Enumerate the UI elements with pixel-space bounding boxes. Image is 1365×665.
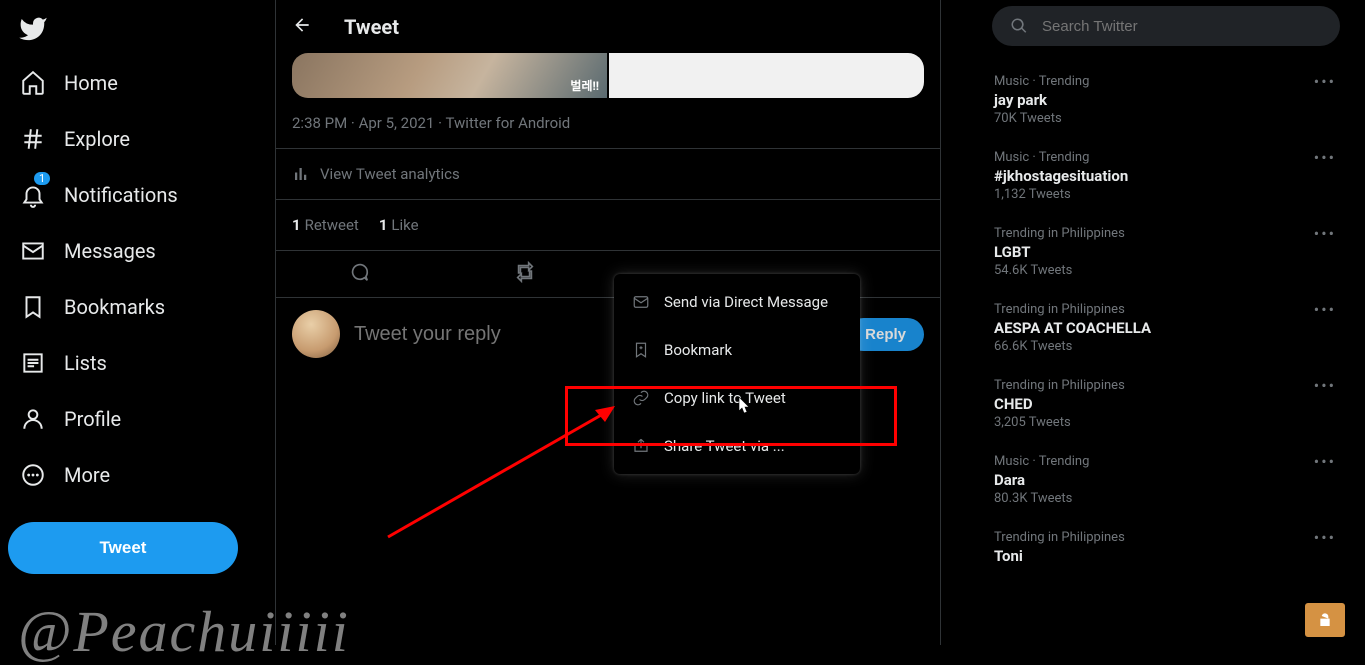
tweet-media[interactable]: 벌레!! xyxy=(292,53,924,98)
trend-item[interactable]: Music · Trending jay park 70K Tweets ••• xyxy=(992,64,1340,140)
trend-more-icon[interactable]: ••• xyxy=(1314,376,1336,395)
notification-badge: 1 xyxy=(34,172,50,185)
lock-open-icon xyxy=(1317,612,1333,628)
trend-item[interactable]: Trending in Philippines CHED 3,205 Tweet… xyxy=(992,368,1340,444)
lock-badge[interactable] xyxy=(1305,603,1345,637)
avatar[interactable] xyxy=(292,310,340,358)
envelope-icon xyxy=(20,238,46,264)
back-button[interactable] xyxy=(292,15,312,39)
retweet-icon xyxy=(514,261,536,283)
link-icon xyxy=(632,389,650,407)
search-icon xyxy=(1010,17,1028,35)
analytics-label: View Tweet analytics xyxy=(320,165,460,183)
media-image-left: 벌레!! xyxy=(292,53,607,98)
nav-label: Lists xyxy=(64,351,107,375)
trend-more-icon[interactable]: ••• xyxy=(1314,72,1336,91)
nav-label: Explore xyxy=(64,127,130,151)
trend-more-icon[interactable]: ••• xyxy=(1314,148,1336,167)
nav-home[interactable]: Home xyxy=(8,58,130,108)
retweet-action[interactable] xyxy=(514,261,536,287)
search-input[interactable] xyxy=(1042,18,1322,35)
trend-item[interactable]: Music · Trending Dara 80.3K Tweets ••• xyxy=(992,444,1340,520)
share-copy-link[interactable]: Copy link to Tweet xyxy=(614,374,860,422)
share-icon xyxy=(632,437,650,455)
share-via[interactable]: Share Tweet via ... xyxy=(614,422,860,470)
tweet-meta: 2:38 PM · Apr 5, 2021 · Twitter for Andr… xyxy=(276,98,940,149)
retweets-link[interactable]: 1Retweet xyxy=(292,216,359,234)
trend-more-icon[interactable]: ••• xyxy=(1314,224,1336,243)
twitter-logo[interactable] xyxy=(8,4,58,54)
home-icon xyxy=(20,70,46,96)
nav-label: Home xyxy=(64,71,118,95)
lists-icon xyxy=(20,350,46,376)
nav-label: Notifications xyxy=(64,183,178,207)
trend-item[interactable]: Music · Trending #jkhostagesituation 1,1… xyxy=(992,140,1340,216)
view-analytics[interactable]: View Tweet analytics xyxy=(276,149,940,200)
reply-icon xyxy=(348,261,370,283)
hashtag-icon xyxy=(20,126,46,152)
trend-more-icon[interactable]: ••• xyxy=(1314,528,1336,547)
profile-icon xyxy=(20,406,46,432)
nav-label: Bookmarks xyxy=(64,295,165,319)
header-bar: Tweet xyxy=(276,0,940,53)
tweet-timestamp[interactable]: 2:38 PM · Apr 5, 2021 xyxy=(292,114,434,132)
nav-label: More xyxy=(64,463,110,487)
bell-icon xyxy=(20,182,46,208)
reply-action[interactable] xyxy=(348,261,370,287)
trend-more-icon[interactable]: ••• xyxy=(1314,452,1336,471)
trend-more-icon[interactable]: ••• xyxy=(1314,300,1336,319)
engagement-counts: 1Retweet 1Like xyxy=(276,200,940,251)
left-sidebar: Home Explore 1 Notifications Messages Bo… xyxy=(0,0,275,645)
right-sidebar: Music · Trending jay park 70K Tweets •••… xyxy=(976,0,1356,645)
envelope-icon xyxy=(632,293,650,311)
tweet-button[interactable]: Tweet xyxy=(8,522,238,574)
nav-messages[interactable]: Messages xyxy=(8,226,168,276)
nav-lists[interactable]: Lists xyxy=(8,338,119,388)
search-box[interactable] xyxy=(992,6,1340,46)
bookmark-add-icon xyxy=(632,341,650,359)
nav-label: Messages xyxy=(64,239,156,263)
nav-explore[interactable]: Explore xyxy=(8,114,142,164)
media-image-right xyxy=(609,53,924,98)
likes-link[interactable]: 1Like xyxy=(379,216,419,234)
share-dm[interactable]: Send via Direct Message xyxy=(614,278,860,326)
nav-more[interactable]: More xyxy=(8,450,122,500)
trend-item[interactable]: Trending in Philippines AESPA AT COACHEL… xyxy=(992,292,1340,368)
media-caption: 벌레!! xyxy=(570,77,599,94)
share-menu: Send via Direct Message Bookmark Copy li… xyxy=(614,274,860,474)
page-title: Tweet xyxy=(344,15,399,39)
more-circle-icon xyxy=(20,462,46,488)
arrow-left-icon xyxy=(292,15,312,35)
tweet-source[interactable]: Twitter for Android xyxy=(446,114,571,132)
nav-profile[interactable]: Profile xyxy=(8,394,133,444)
nav-label: Profile xyxy=(64,407,121,431)
analytics-icon xyxy=(292,165,310,183)
bookmark-icon xyxy=(20,294,46,320)
trend-item[interactable]: Trending in Philippines Toni ••• xyxy=(992,520,1340,579)
trend-item[interactable]: Trending in Philippines LGBT 54.6K Tweet… xyxy=(992,216,1340,292)
share-bookmark[interactable]: Bookmark xyxy=(614,326,860,374)
nav-bookmarks[interactable]: Bookmarks xyxy=(8,282,177,332)
nav-notifications[interactable]: 1 Notifications xyxy=(8,170,190,220)
